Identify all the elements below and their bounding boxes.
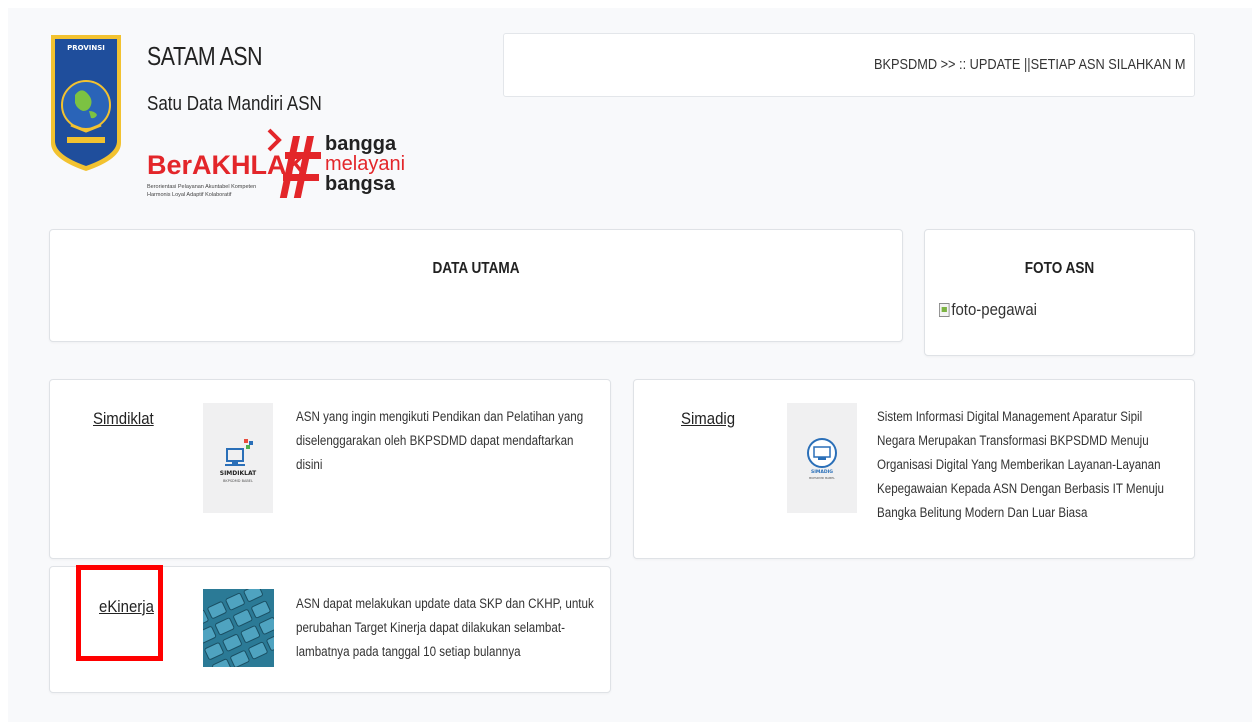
app-subtitle: Satu Data Mandiri ASN xyxy=(147,93,322,115)
simadig-thumbnail: SIMADIG BKPSDMD BABEL xyxy=(787,403,857,513)
data-utama-card: DATA UTAMA xyxy=(49,229,903,342)
simdiklat-link[interactable]: Simdiklat xyxy=(93,409,154,429)
svg-text:SIMADIG: SIMADIG xyxy=(811,469,833,475)
province-logo: PROVINSI xyxy=(51,35,121,171)
simdiklat-card: Simdiklat SIMDIKLAT BKPSDMD BABEL ASN ya… xyxy=(49,379,611,559)
app-title: SATAM ASN xyxy=(147,41,263,71)
svg-text:bangga: bangga xyxy=(325,133,397,155)
simdiklat-description: ASN yang ingin mengikuti Pendikan dan Pe… xyxy=(296,409,584,472)
foto-asn-card: FOTO ASN foto-pegawai xyxy=(924,229,1195,356)
simadig-description: Sistem Informasi Digital Management Apar… xyxy=(877,409,1165,520)
data-utama-title: DATA UTAMA xyxy=(432,260,520,277)
svg-text:BKPSDMD BABEL: BKPSDMD BABEL xyxy=(809,476,835,480)
berakhlak-logo: BerAKHLAK Berorientasi Pelayanan Akuntab… xyxy=(147,128,405,198)
foto-pegawai-alt: foto-pegawai xyxy=(951,300,1037,319)
simadig-link[interactable]: Simadig xyxy=(681,409,735,429)
simdiklat-thumbnail: SIMDIKLAT BKPSDMD BABEL xyxy=(203,403,273,513)
announcement-ticker: BKPSDMD >> :: UPDATE ||SETIAP ASN SILAHK… xyxy=(503,33,1195,97)
ekinerja-calculator-image xyxy=(203,589,274,667)
calculator-icon xyxy=(203,589,274,667)
simadig-card: Simadig SIMADIG BKPSDMD BABEL Sistem Inf… xyxy=(633,379,1195,559)
foto-pegawai-image: foto-pegawai xyxy=(939,300,1037,320)
simdiklat-monitor-icon: SIMDIKLAT BKPSDMD BABEL xyxy=(220,439,257,483)
svg-text:bangsa: bangsa xyxy=(325,173,396,195)
foto-asn-title: FOTO ASN xyxy=(1024,260,1095,277)
svg-text:Harmonis Loyal Adaptif Kolabor: Harmonis Loyal Adaptif Kolaboratif xyxy=(147,192,232,198)
svg-text:Berorientasi Pelayanan Akuntab: Berorientasi Pelayanan Akuntabel Kompete… xyxy=(147,184,256,190)
simadig-logo-icon: SIMADIG BKPSDMD BABEL xyxy=(807,438,837,480)
svg-text:BerAKHLAK: BerAKHLAK xyxy=(147,150,307,180)
svg-text:PROVINSI: PROVINSI xyxy=(67,44,105,52)
ekinerja-description: ASN dapat melakukan update data SKP dan … xyxy=(296,596,594,659)
svg-text:BKPSDMD BABEL: BKPSDMD BABEL xyxy=(223,479,253,483)
broken-image-icon xyxy=(939,303,950,317)
svg-text:SIMDIKLAT: SIMDIKLAT xyxy=(220,470,257,477)
ticker-text: BKPSDMD >> :: UPDATE ||SETIAP ASN SILAHK… xyxy=(874,56,1186,73)
svg-text:melayani: melayani xyxy=(325,153,405,175)
highlight-box xyxy=(76,565,163,661)
